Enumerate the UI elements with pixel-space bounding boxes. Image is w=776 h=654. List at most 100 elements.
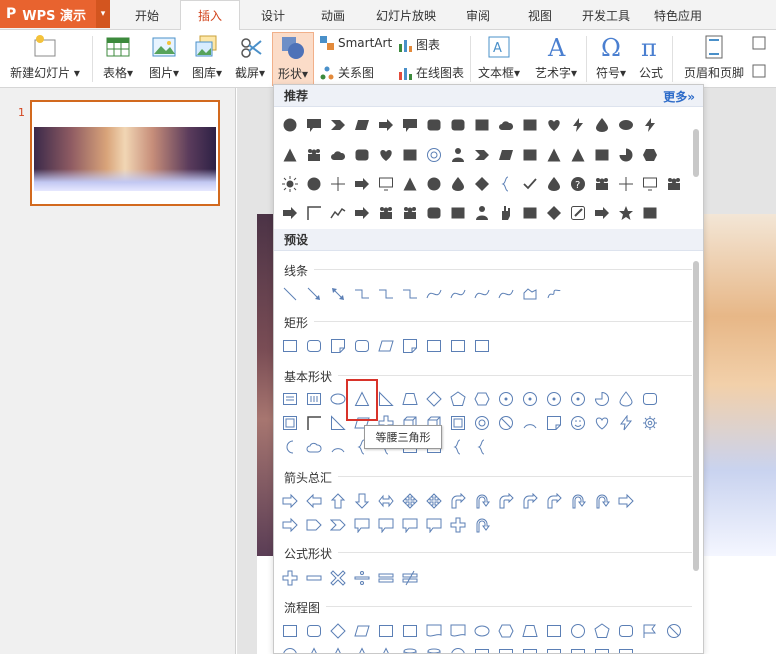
recommended-drop-shape-icon[interactable] (590, 113, 614, 137)
arrow-callout-shape-icon[interactable] (422, 513, 446, 537)
flowchart-circle-shape-icon[interactable] (566, 619, 590, 643)
tab-home[interactable]: 开始 (124, 0, 170, 30)
flowchart-noentry-shape-icon[interactable] (662, 619, 686, 643)
line-dblarrow-shape-icon[interactable] (326, 282, 350, 306)
presets-scrollbar[interactable] (693, 261, 699, 571)
basic-noentry-shape-icon[interactable] (494, 411, 518, 435)
flowchart-diamond-shape-icon[interactable] (326, 619, 350, 643)
recommended-diamond-shape-icon[interactable] (470, 172, 494, 196)
arrow-arrowR-shape-icon[interactable] (278, 489, 302, 513)
flowchart-flag-shape-icon[interactable] (638, 619, 662, 643)
arrow-arrowL-shape-icon[interactable] (302, 489, 326, 513)
flowchart-pent-shape-icon[interactable] (590, 619, 614, 643)
basic-donut-shape-icon[interactable] (470, 411, 494, 435)
line-curve-shape-icon[interactable] (470, 282, 494, 306)
picture-button[interactable]: 图片▾ (144, 34, 184, 81)
tab-design[interactable]: 设计 (250, 0, 296, 30)
arrow-arrow4-shape-icon[interactable] (398, 489, 422, 513)
formula-button[interactable]: π 公式 (634, 34, 668, 81)
recommended-bolt-shape-icon[interactable] (638, 113, 662, 137)
textbox-button[interactable]: A 文本框▾ (474, 34, 524, 81)
recommended-tri-shape-icon[interactable] (542, 143, 566, 167)
tab-slideshow[interactable]: 幻灯片放映 (368, 0, 444, 30)
recommended-monitor-shape-icon[interactable] (374, 172, 398, 196)
recommended-people-shape-icon[interactable] (374, 201, 398, 225)
recommended-crosshair-shape-icon[interactable] (326, 172, 350, 196)
wordart-button[interactable]: A 艺术字▾ (530, 34, 582, 81)
basic-moon-shape-icon[interactable] (278, 435, 302, 459)
recommended-heart-shape-icon[interactable] (542, 113, 566, 137)
tab-animation[interactable]: 动画 (310, 0, 356, 30)
rectangle-rect-shape-icon[interactable] (278, 334, 302, 358)
line-elbow-shape-icon[interactable] (398, 282, 422, 306)
recommended-rect-shape-icon[interactable] (590, 143, 614, 167)
line-curve-shape-icon[interactable] (446, 282, 470, 306)
flowchart-doc-shape-icon[interactable] (422, 619, 446, 643)
rectangle-rrect-shape-icon[interactable] (302, 334, 326, 358)
rectangle-rect-shape-icon[interactable] (446, 334, 470, 358)
recommended-sun-shape-icon[interactable] (278, 172, 302, 196)
basic-pent-shape-icon[interactable] (446, 387, 470, 411)
arrow-uturn-shape-icon[interactable] (566, 489, 590, 513)
equation-minus-shape-icon[interactable] (302, 566, 326, 590)
line-curve-shape-icon[interactable] (494, 282, 518, 306)
arrow-bend-shape-icon[interactable] (518, 489, 542, 513)
flowchart-tri-shape-icon[interactable] (326, 643, 350, 653)
arrow-plus-shape-icon[interactable] (446, 513, 470, 537)
recommended-diamond-shape-icon[interactable] (542, 201, 566, 225)
smartart-button[interactable]: SmartArt (320, 36, 392, 50)
arrow-bend-shape-icon[interactable] (446, 489, 470, 513)
tab-review[interactable]: 审阅 (456, 0, 500, 30)
recommended-para-shape-icon[interactable] (494, 143, 518, 167)
recommended-people-shape-icon[interactable] (398, 201, 422, 225)
flowchart-rect-shape-icon[interactable] (470, 643, 494, 653)
arrow-bend-shape-icon[interactable] (494, 489, 518, 513)
rectangle-rrect-shape-icon[interactable] (350, 334, 374, 358)
arrow-uturn-shape-icon[interactable] (470, 489, 494, 513)
recommended-scrollbar[interactable] (693, 129, 699, 177)
basic-rrect-shape-icon[interactable] (638, 387, 662, 411)
basic-cloud-shape-icon[interactable] (302, 435, 326, 459)
flowchart-circle-shape-icon[interactable] (446, 643, 470, 653)
recommended-callout-shape-icon[interactable] (398, 113, 422, 137)
more-ribbon-item2-icon[interactable] (752, 64, 770, 78)
app-menu-button[interactable]: P WPS 演示 ▾ (0, 0, 110, 28)
shape-button[interactable]: 形状▾ (272, 32, 314, 86)
flowchart-tri-shape-icon[interactable] (302, 643, 326, 653)
flowchart-circle-shape-icon[interactable] (278, 643, 302, 653)
recommended-people-shape-icon[interactable] (590, 172, 614, 196)
basic-trap-shape-icon[interactable] (398, 387, 422, 411)
line-curve-shape-icon[interactable] (422, 282, 446, 306)
equation-neq-shape-icon[interactable] (398, 566, 422, 590)
recommended-hex-shape-icon[interactable] (638, 143, 662, 167)
recommended-tri-shape-icon[interactable] (278, 143, 302, 167)
recommended-drop-shape-icon[interactable] (542, 172, 566, 196)
rectangle-rect-shape-icon[interactable] (422, 334, 446, 358)
recommended-rect-shape-icon[interactable] (518, 201, 542, 225)
tab-view[interactable]: 视图 (518, 0, 562, 30)
recommended-people-shape-icon[interactable] (662, 172, 686, 196)
rectangle-fold-shape-icon[interactable] (398, 334, 422, 358)
recommended-tri-shape-icon[interactable] (398, 172, 422, 196)
new-slide-button[interactable]: 新建幻灯片 ▾ (8, 34, 82, 81)
recommended-rrect-shape-icon[interactable] (446, 113, 470, 137)
flowchart-rect-shape-icon[interactable] (542, 619, 566, 643)
equation-div-shape-icon[interactable] (350, 566, 374, 590)
arrow-uturn-shape-icon[interactable] (590, 489, 614, 513)
arrow-arrow4-shape-icon[interactable] (422, 489, 446, 513)
flowchart-cyl-shape-icon[interactable] (398, 643, 422, 653)
basic-num-shape-icon[interactable] (494, 387, 518, 411)
equation-times-shape-icon[interactable] (326, 566, 350, 590)
basic-drop-shape-icon[interactable] (614, 387, 638, 411)
basic-arc-shape-icon[interactable] (518, 411, 542, 435)
equation-plus-shape-icon[interactable] (278, 566, 302, 590)
flowchart-rect-shape-icon[interactable] (494, 643, 518, 653)
basic-hex-shape-icon[interactable] (470, 387, 494, 411)
recommended-circle-shape-icon[interactable] (278, 113, 302, 137)
recommended-para-shape-icon[interactable] (350, 113, 374, 137)
slide-thumbnail[interactable] (30, 100, 220, 206)
recommended-star-shape-icon[interactable] (614, 201, 638, 225)
arrow-chevR-shape-icon[interactable] (326, 513, 350, 537)
arrow-arrowR-shape-icon[interactable] (614, 489, 638, 513)
flowchart-hex-shape-icon[interactable] (494, 619, 518, 643)
